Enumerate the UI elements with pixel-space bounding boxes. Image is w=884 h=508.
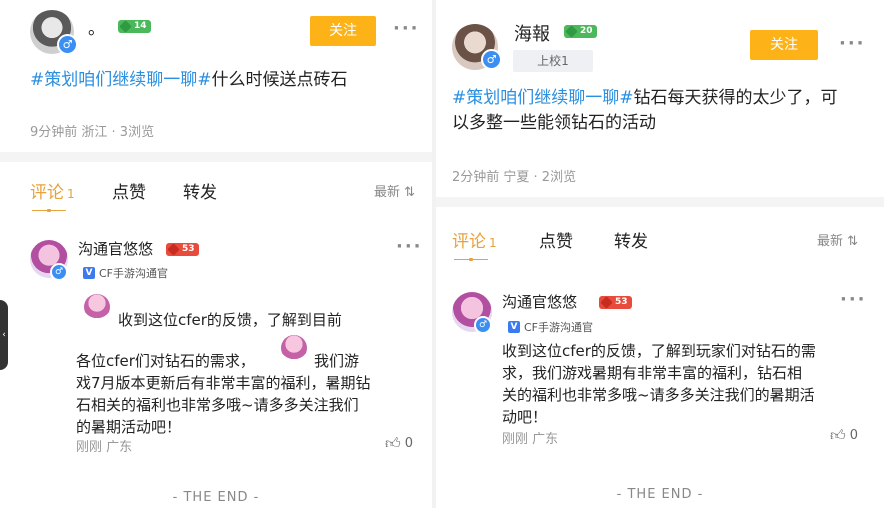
post-panel-right: ♂ 海報 20 上校1 关注 ··· #策划咱们继续聊一聊#钻石每天获得的太少了… bbox=[436, 0, 884, 508]
reply-meta: 刚刚 广东 bbox=[502, 432, 559, 447]
reply-author-name[interactable]: 沟通官悠悠 bbox=[78, 238, 153, 259]
topic-tag[interactable]: #策划咱们继续聊一聊# bbox=[452, 88, 634, 108]
author-name[interactable]: 海報 bbox=[514, 20, 550, 46]
sticker-emoji bbox=[84, 294, 110, 320]
post-meta: 2分钟前 宁夏 · 2浏览 bbox=[452, 170, 577, 185]
level-badge: 53 bbox=[599, 296, 632, 309]
sort-latest-button[interactable]: 最新 ⇅ bbox=[817, 230, 858, 249]
verified-icon: V bbox=[508, 321, 520, 333]
end-marker: - THE END - bbox=[616, 487, 704, 502]
more-options-icon[interactable]: ··· bbox=[839, 33, 866, 54]
follow-button[interactable]: 关注 bbox=[310, 16, 376, 46]
like-button[interactable]: 👍︎ 0 bbox=[830, 426, 858, 445]
active-tab-indicator bbox=[32, 209, 66, 212]
sort-latest-button[interactable]: 最新 ⇅ bbox=[374, 181, 415, 200]
end-marker: - THE END - bbox=[172, 490, 260, 505]
thumbs-up-icon: 👍︎ bbox=[385, 434, 401, 452]
post-panel-left: ♂ 。 14 关注 ··· #策划咱们继续聊一聊#什么时候送点砖石 9分钟前 浙… bbox=[0, 0, 432, 508]
more-options-icon[interactable]: ··· bbox=[840, 289, 867, 310]
reply-line-1: 收到这位cfer的反馈，了解到目前 bbox=[118, 311, 342, 329]
rank-badge: 上校1 bbox=[513, 50, 593, 72]
sort-icon: ⇅ bbox=[404, 185, 416, 200]
tab-shares[interactable]: 转发 bbox=[183, 178, 217, 203]
reply-line-2b: 我们游 bbox=[314, 352, 360, 370]
reply-line-2a: 各位cfer们对钻石的需求， bbox=[76, 352, 255, 370]
reply-author-name[interactable]: 沟通官悠悠 bbox=[502, 291, 577, 312]
tab-shares[interactable]: 转发 bbox=[614, 227, 648, 252]
tab-likes[interactable]: 点赞 bbox=[539, 227, 573, 252]
level-badge: 14 bbox=[118, 20, 151, 33]
section-divider bbox=[0, 152, 432, 162]
level-badge: 53 bbox=[166, 243, 199, 256]
male-gender-icon: ♂ bbox=[481, 49, 502, 70]
sticker-emoji bbox=[281, 335, 307, 361]
follow-button[interactable]: 关注 bbox=[750, 30, 818, 60]
author-name[interactable]: 。 bbox=[88, 14, 105, 39]
sort-icon: ⇅ bbox=[847, 234, 859, 249]
active-tab-indicator bbox=[454, 258, 488, 261]
reply-text-rest: 戏7月版本更新后有非常丰富的福利，暑期钻石相关的福利也非常多哦~请多多关注我们的… bbox=[76, 374, 371, 436]
tab-comments[interactable]: 评论 1 bbox=[30, 178, 75, 203]
post-content: #策划咱们继续聊一聊#钻石每天获得的太少了，可以多整一些能领钻石的活动 bbox=[452, 86, 847, 136]
reply-meta: 刚刚 广东 bbox=[76, 440, 133, 455]
male-gender-icon: ♂ bbox=[50, 263, 68, 281]
tab-comments[interactable]: 评论 1 bbox=[452, 227, 497, 252]
post-text: 什么时候送点砖石 bbox=[211, 70, 348, 90]
reply-text: 收到这位cfer的反馈，了解到玩家们对钻石的需求，我们游戏暑期有非常丰富的福利，… bbox=[502, 342, 816, 426]
post-content: #策划咱们继续聊一聊#什么时候送点砖石 bbox=[30, 68, 410, 93]
verified-label: V CF手游沟通官 bbox=[508, 319, 593, 335]
verified-label: V CF手游沟通官 bbox=[83, 265, 168, 281]
level-badge: 20 bbox=[564, 25, 597, 38]
post-meta: 9分钟前 浙江 · 3浏览 bbox=[30, 125, 155, 140]
topic-tag[interactable]: #策划咱们继续聊一聊# bbox=[30, 70, 212, 90]
collapse-arrow-icon[interactable]: ‹ bbox=[0, 300, 8, 370]
like-button[interactable]: 👍︎ 0 bbox=[385, 434, 413, 453]
section-divider bbox=[436, 197, 884, 207]
more-options-icon[interactable]: ··· bbox=[393, 18, 420, 39]
male-gender-icon: ♂ bbox=[57, 34, 78, 55]
tab-likes[interactable]: 点赞 bbox=[112, 178, 146, 203]
thumbs-up-icon: 👍︎ bbox=[830, 426, 846, 444]
male-gender-icon: ♂ bbox=[474, 316, 492, 334]
verified-icon: V bbox=[83, 267, 95, 279]
more-options-icon[interactable]: ··· bbox=[396, 236, 423, 257]
